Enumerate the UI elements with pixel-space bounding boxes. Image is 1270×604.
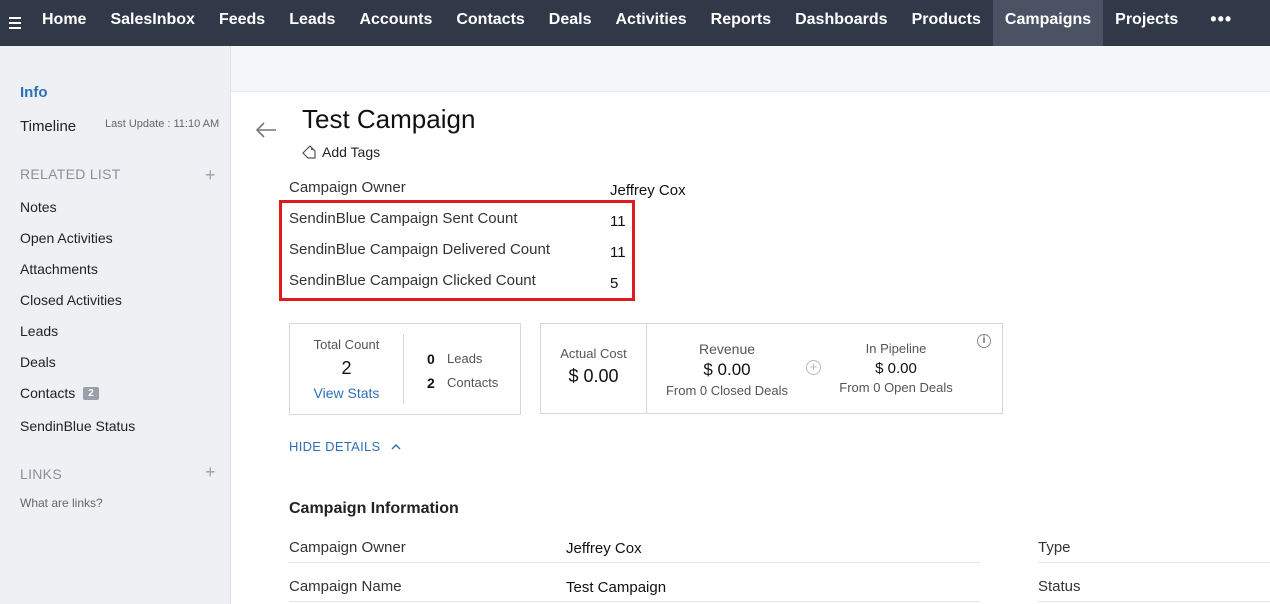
sidebar-item-label: Open Activities bbox=[20, 230, 113, 246]
sidebar-item-label: SendinBlue Status bbox=[20, 418, 136, 434]
more-icon[interactable]: ••• bbox=[1190, 0, 1252, 46]
info-value-campaign-owner[interactable]: Jeffrey Cox bbox=[566, 540, 642, 557]
top-nav: Home SalesInbox Feeds Leads Accounts Con… bbox=[0, 0, 1270, 46]
contacts-label: Contacts bbox=[447, 375, 499, 390]
plus-circle-icon: + bbox=[806, 360, 821, 375]
hide-details-toggle[interactable]: HIDE DETAILS bbox=[289, 439, 401, 454]
nav-deals[interactable]: Deals bbox=[537, 0, 604, 46]
main-header-strip bbox=[231, 46, 1270, 92]
what-are-links-link[interactable]: What are links? bbox=[20, 496, 103, 510]
sidebar-item-label: Closed Activities bbox=[20, 292, 122, 308]
nav-projects[interactable]: Projects bbox=[1103, 0, 1190, 46]
sidebar-item-leads[interactable]: Leads bbox=[20, 323, 58, 339]
info-label-type: Type bbox=[1038, 539, 1071, 556]
pipeline-value: $ 0.00 bbox=[875, 360, 917, 377]
row-divider bbox=[289, 562, 980, 563]
actual-cost-value: $ 0.00 bbox=[568, 366, 619, 386]
chevron-up-icon bbox=[391, 443, 400, 449]
sidebar-item-label: Notes bbox=[20, 199, 57, 215]
tag-icon bbox=[302, 145, 316, 159]
field-value-campaign-owner[interactable]: Jeffrey Cox bbox=[610, 182, 686, 199]
sidebar-item-label: Contacts bbox=[20, 385, 76, 401]
field-label-campaign-owner: Campaign Owner bbox=[289, 179, 406, 196]
contacts-count-row: 2 Contacts bbox=[427, 375, 498, 391]
sidebar-item-closed-activities[interactable]: Closed Activities bbox=[20, 292, 122, 308]
links-heading: LINKS bbox=[20, 466, 62, 482]
card-divider bbox=[403, 334, 404, 404]
pipeline-label: In Pipeline bbox=[865, 341, 927, 356]
sidebar-item-label: Deals bbox=[20, 354, 56, 370]
view-stats-link[interactable]: View Stats bbox=[290, 385, 403, 401]
nav-activities[interactable]: Activities bbox=[604, 0, 699, 46]
revenue-sub-text: From 0 Closed Deals bbox=[665, 383, 789, 398]
field-label-delivered-count: SendinBlue Campaign Delivered Count bbox=[289, 241, 550, 258]
revenue-label: Revenue bbox=[698, 341, 756, 357]
total-count-label: Total Count bbox=[313, 337, 380, 352]
sidebar-item-contacts[interactable]: Contacts 2 bbox=[20, 385, 99, 401]
info-label-campaign-owner: Campaign Owner bbox=[289, 539, 406, 556]
row-divider bbox=[1038, 601, 1270, 602]
nav-products[interactable]: Products bbox=[900, 0, 993, 46]
field-label-clicked-count: SendinBlue Campaign Clicked Count bbox=[289, 272, 536, 289]
total-count-value: 2 bbox=[341, 358, 352, 378]
sidebar-item-notes[interactable]: Notes bbox=[20, 199, 57, 215]
nav-salesinbox[interactable]: SalesInbox bbox=[98, 0, 206, 46]
contacts-count-badge: 2 bbox=[83, 386, 99, 400]
sidebar-item-timeline[interactable]: Timeline bbox=[20, 118, 76, 135]
related-list-heading: RELATED LIST bbox=[20, 166, 121, 182]
field-value-sent-count[interactable]: 11 bbox=[610, 213, 626, 230]
pipeline-sub-text: From 0 Open Deals bbox=[839, 380, 953, 395]
add-tags-label: Add Tags bbox=[322, 144, 381, 160]
page-title: Test Campaign bbox=[302, 104, 476, 134]
cost-revenue-card: Actual Cost $ 0.00 Revenue $ 0.00 From 0… bbox=[540, 323, 1003, 414]
menu-icon[interactable] bbox=[0, 0, 30, 46]
nav-reports[interactable]: Reports bbox=[699, 0, 783, 46]
revenue-value: $ 0.00 bbox=[703, 360, 751, 379]
contacts-count: 2 bbox=[427, 375, 435, 391]
field-label-sent-count: SendinBlue Campaign Sent Count bbox=[289, 210, 518, 227]
nav-contacts[interactable]: Contacts bbox=[444, 0, 536, 46]
row-divider bbox=[289, 601, 980, 602]
actual-cost-label: Actual Cost bbox=[560, 346, 627, 361]
add-tags-button[interactable]: Add Tags bbox=[302, 144, 380, 160]
info-label-status: Status bbox=[1038, 578, 1081, 595]
field-value-delivered-count[interactable]: 11 bbox=[610, 244, 626, 261]
sidebar-item-sendinblue-status[interactable]: SendinBlue Status bbox=[20, 418, 135, 434]
nav-leads[interactable]: Leads bbox=[277, 0, 347, 46]
sidebar: Info Timeline Last Update : 11:10 AM REL… bbox=[0, 46, 231, 604]
campaign-information-title: Campaign Information bbox=[289, 500, 459, 517]
add-link-icon[interactable]: + bbox=[205, 463, 216, 481]
leads-count: 0 bbox=[427, 351, 435, 367]
member-count-card: Total Count 2 View Stats 0 Leads 2 Conta… bbox=[289, 323, 521, 415]
row-divider bbox=[1038, 562, 1270, 563]
sidebar-item-deals[interactable]: Deals bbox=[20, 354, 56, 370]
sidebar-item-label: Attachments bbox=[20, 261, 98, 277]
info-label-campaign-name: Campaign Name bbox=[289, 578, 402, 595]
sidebar-item-open-activities[interactable]: Open Activities bbox=[20, 230, 113, 246]
back-arrow-icon[interactable] bbox=[254, 118, 278, 142]
last-update-text: Last Update : 11:10 AM bbox=[105, 118, 220, 130]
sidebar-item-info[interactable]: Info bbox=[20, 84, 48, 101]
nav-dashboards[interactable]: Dashboards bbox=[783, 0, 899, 46]
nav-campaigns[interactable]: Campaigns bbox=[992, 0, 1104, 46]
nav-feeds[interactable]: Feeds bbox=[207, 0, 277, 46]
hide-details-label: HIDE DETAILS bbox=[289, 439, 381, 454]
info-icon[interactable]: i bbox=[977, 334, 991, 348]
leads-label: Leads bbox=[447, 351, 483, 366]
field-value-clicked-count[interactable]: 5 bbox=[610, 275, 618, 292]
add-related-list-icon[interactable]: + bbox=[205, 166, 216, 184]
sidebar-item-attachments[interactable]: Attachments bbox=[20, 261, 98, 277]
leads-count-row: 0 Leads bbox=[427, 351, 482, 367]
sidebar-item-label: Leads bbox=[20, 323, 59, 339]
nav-home[interactable]: Home bbox=[30, 0, 98, 46]
nav-accounts[interactable]: Accounts bbox=[347, 0, 444, 46]
info-value-campaign-name[interactable]: Test Campaign bbox=[566, 579, 666, 596]
